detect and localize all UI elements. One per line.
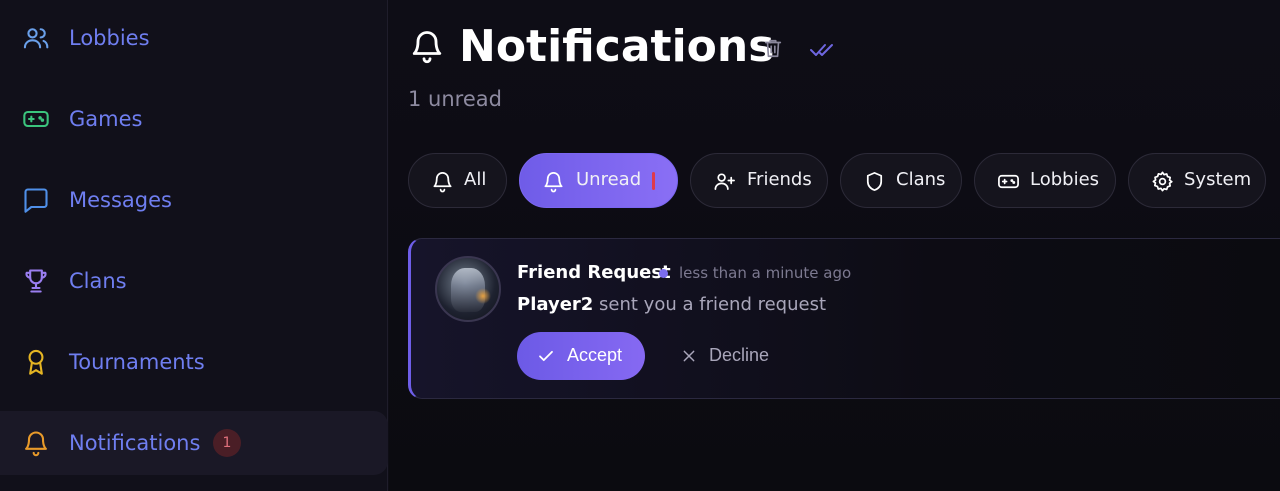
award-icon xyxy=(22,348,50,376)
avatar xyxy=(435,256,501,322)
bell-icon xyxy=(412,31,442,64)
notification-body: Player2 sent you a friend request xyxy=(517,294,826,315)
message-square-icon xyxy=(22,186,50,214)
filter-friends[interactable]: Friends xyxy=(690,153,828,208)
sender-name[interactable]: Player2 xyxy=(517,294,593,315)
filter-all[interactable]: All xyxy=(408,153,507,208)
notification-title: Friend Request xyxy=(517,262,671,283)
sidebar-item-messages[interactable]: Messages xyxy=(0,168,388,232)
sidebar-item-label: Notifications xyxy=(69,431,201,455)
notification-card[interactable]: Friend Request less than a minute ago Pl… xyxy=(408,238,1280,399)
bell-icon xyxy=(433,172,452,193)
decline-button[interactable]: Decline xyxy=(679,332,789,380)
trophy-icon xyxy=(22,267,50,295)
unread-count: 1 unread xyxy=(408,87,502,111)
bell-icon xyxy=(544,172,563,193)
trash-icon[interactable] xyxy=(762,36,784,60)
gear-icon xyxy=(1152,171,1173,192)
filter-label: Unread xyxy=(576,169,642,190)
filter-clans[interactable]: Clans xyxy=(840,153,962,208)
sidebar-item-label: Tournaments xyxy=(69,350,205,374)
user-plus-icon xyxy=(714,173,735,191)
gamepad-icon xyxy=(22,105,50,133)
filter-unread[interactable]: Unread xyxy=(519,153,678,208)
avatar-glow xyxy=(475,288,491,304)
accept-label: Accept xyxy=(567,345,623,365)
mark-all-read-icon[interactable] xyxy=(809,38,835,60)
unread-indicator xyxy=(652,172,655,190)
filter-label: System xyxy=(1184,169,1252,190)
page-title: Notifications xyxy=(459,21,775,72)
sidebar-item-label: Games xyxy=(69,107,143,131)
filter-label: All xyxy=(464,169,487,190)
sidebar-item-label: Clans xyxy=(69,269,127,293)
sidebar-item-clans[interactable]: Clans xyxy=(0,249,388,313)
notification-message: sent you a friend request xyxy=(599,294,827,315)
filter-lobbies[interactable]: Lobbies xyxy=(974,153,1116,208)
sidebar-item-label: Messages xyxy=(69,188,172,212)
unread-dot xyxy=(659,269,668,278)
decline-label: Decline xyxy=(709,345,770,365)
notification-time: less than a minute ago xyxy=(679,264,852,282)
sidebar: Lobbies Games Messages Clans Tournaments… xyxy=(0,0,388,491)
sidebar-item-label: Lobbies xyxy=(69,26,150,50)
bell-icon xyxy=(22,429,50,457)
notification-count-badge: 1 xyxy=(213,429,241,457)
filter-label: Clans xyxy=(896,169,946,190)
users-icon xyxy=(22,24,50,52)
gamepad-icon xyxy=(998,174,1019,189)
filter-label: Friends xyxy=(747,169,812,190)
sidebar-item-lobbies[interactable]: Lobbies xyxy=(0,6,388,70)
filter-label: Lobbies xyxy=(1030,169,1100,190)
sidebar-item-tournaments[interactable]: Tournaments xyxy=(0,330,388,394)
filter-system[interactable]: System xyxy=(1128,153,1266,208)
shield-icon xyxy=(866,172,883,191)
close-icon xyxy=(683,350,695,362)
check-icon xyxy=(539,350,553,362)
sidebar-item-games[interactable]: Games xyxy=(0,87,388,151)
accept-button[interactable]: Accept xyxy=(517,332,645,380)
main-content: Notifications 1 unread All Unread Friend… xyxy=(389,0,1280,491)
sidebar-item-notifications[interactable]: Notifications 1 xyxy=(0,411,388,475)
